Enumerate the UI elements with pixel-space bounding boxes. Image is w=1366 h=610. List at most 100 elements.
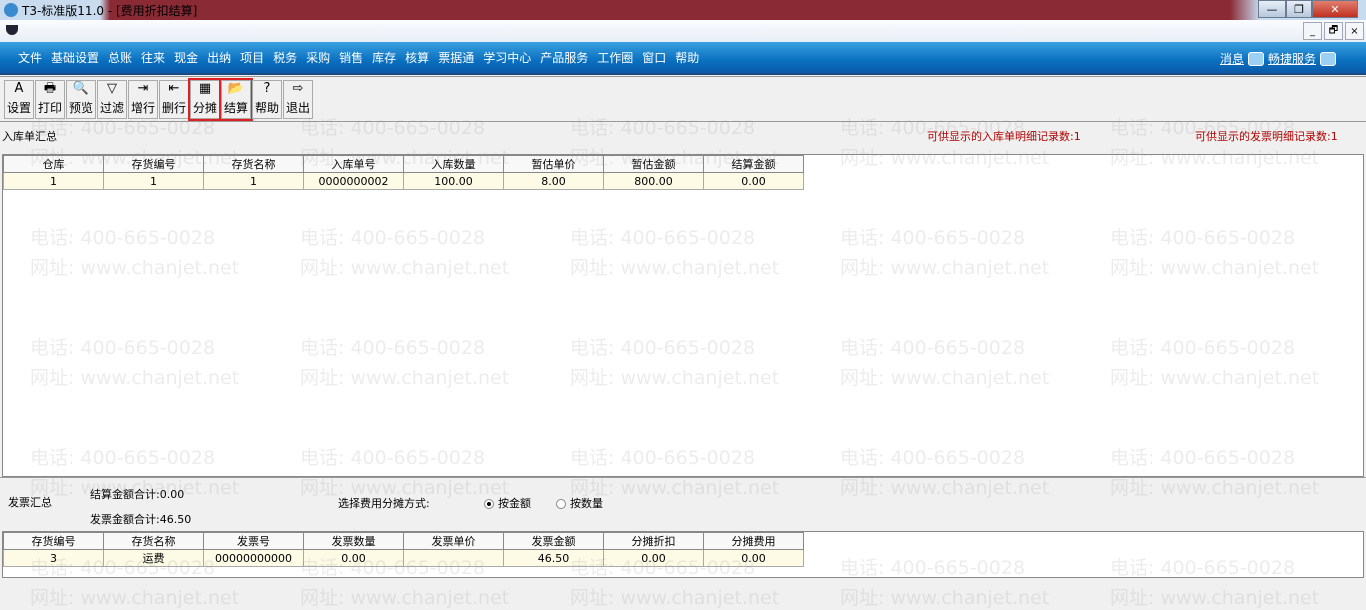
menu-item[interactable]: 税务 bbox=[273, 49, 297, 66]
table-row[interactable]: 1 1 1 0000000002 100.00 8.00 800.00 0.00 bbox=[3, 172, 804, 190]
toolbar-label: 帮助 bbox=[254, 101, 279, 115]
column-header[interactable]: 仓库 bbox=[3, 155, 104, 173]
title-bar: T3-标准版11.0 - [费用折扣结算] — ❐ ✕ bbox=[0, 0, 1366, 20]
toolbar-icon: ⇨ bbox=[292, 81, 304, 96]
maximize-button[interactable]: ❐ bbox=[1286, 0, 1312, 18]
table-cell[interactable]: 0.00 bbox=[703, 549, 804, 567]
radio-by-quantity[interactable]: 按数量 bbox=[556, 495, 603, 511]
menu-item[interactable]: 工作圈 bbox=[597, 49, 633, 66]
column-header[interactable]: 存货编号 bbox=[103, 155, 204, 173]
watermark: 网址: www.chanjet.net bbox=[570, 587, 780, 609]
column-header[interactable]: 发票数量 bbox=[303, 532, 404, 550]
invoice-count: 可供显示的发票明细记录数:1 bbox=[1195, 130, 1338, 143]
child-minimize-button[interactable]: _ bbox=[1303, 22, 1322, 40]
radio-label: 按金额 bbox=[498, 497, 531, 510]
column-header[interactable]: 存货编号 bbox=[3, 532, 104, 550]
toolbar-button[interactable]: ▦ 分摊 bbox=[188, 78, 222, 121]
menu-item[interactable]: 学习中心 bbox=[483, 49, 531, 66]
menu-item[interactable]: 窗口 bbox=[642, 49, 666, 66]
child-restore-button[interactable]: 🗗 bbox=[1324, 22, 1343, 40]
watermark: 网址: www.chanjet.net bbox=[840, 587, 1050, 609]
toolbar-label: 设置 bbox=[6, 101, 31, 115]
column-header[interactable]: 发票单价 bbox=[403, 532, 504, 550]
table-cell[interactable]: 1 bbox=[3, 172, 104, 190]
service-link[interactable]: 畅捷服务 bbox=[1268, 50, 1316, 67]
toolbar-icon: ▦ bbox=[198, 81, 212, 96]
toolbar-icon: ? bbox=[263, 81, 271, 96]
radio-icon bbox=[484, 499, 494, 509]
table-cell[interactable]: 8.00 bbox=[503, 172, 604, 190]
menu-item[interactable]: 出纳 bbox=[207, 49, 231, 66]
messages-link[interactable]: 消息 bbox=[1220, 50, 1244, 67]
column-header[interactable]: 暂估金额 bbox=[603, 155, 704, 173]
table-cell[interactable]: 00000000000 bbox=[203, 549, 304, 567]
radio-label: 按数量 bbox=[570, 497, 603, 510]
table-cell[interactable]: 1 bbox=[203, 172, 304, 190]
chat-icon bbox=[1247, 51, 1264, 66]
table-cell[interactable]: 100.00 bbox=[403, 172, 504, 190]
column-header[interactable]: 分摊折扣 bbox=[603, 532, 704, 550]
table-cell[interactable]: 0.00 bbox=[603, 549, 704, 567]
menu-item[interactable]: 往来 bbox=[141, 49, 165, 66]
minimize-button[interactable]: — bbox=[1258, 0, 1286, 18]
table-row[interactable]: 3 运费 00000000000 0.00 46.50 0.00 0.00 bbox=[3, 549, 804, 567]
column-header[interactable]: 发票金额 bbox=[503, 532, 604, 550]
menu-item[interactable]: 采购 bbox=[306, 49, 330, 66]
settle-total: 结算金额合计:0.00 bbox=[90, 488, 185, 501]
column-header[interactable]: 结算金额 bbox=[703, 155, 804, 173]
column-header[interactable]: 暂估单价 bbox=[503, 155, 604, 173]
toolbar-button[interactable]: ⇤ 删行 bbox=[159, 80, 189, 119]
menu-item[interactable]: 产品服务 bbox=[540, 49, 588, 66]
table-cell[interactable]: 0.00 bbox=[703, 172, 804, 190]
toolbar-icon: A bbox=[14, 81, 24, 96]
receipt-grid[interactable]: 仓库 存货编号 存货名称 入库单号 入库数量 暂估单价 暂估金额 结算金额 1 1 1 0000000… bbox=[2, 154, 1364, 477]
column-header[interactable]: 入库数量 bbox=[403, 155, 504, 173]
radio-by-amount[interactable]: 按金额 bbox=[484, 495, 531, 511]
column-header[interactable]: 存货名称 bbox=[103, 532, 204, 550]
toolbar-button[interactable]: ⇨ 退出 bbox=[283, 80, 313, 119]
column-header[interactable]: 发票号 bbox=[203, 532, 304, 550]
menu-item[interactable]: 基础设置 bbox=[51, 49, 99, 66]
menu-item[interactable]: 帮助 bbox=[675, 49, 699, 66]
table-cell[interactable]: 0.00 bbox=[303, 549, 404, 567]
invoice-total: 发票金额合计:46.50 bbox=[90, 513, 192, 526]
table-cell[interactable]: 46.50 bbox=[503, 549, 604, 567]
toolbar-label: 过滤 bbox=[99, 101, 124, 115]
toolbar-button[interactable]: A 设置 bbox=[4, 80, 34, 119]
toolbar-button[interactable]: 📂 结算 bbox=[219, 78, 253, 121]
header-row: 仓库 存货编号 存货名称 入库单号 入库数量 暂估单价 暂估金额 结算金额 bbox=[3, 155, 804, 173]
menu-bar: 文件 基础设置 总账 往来 现金 出纳 项目 税务 采购 销售 库存 核算 票据通 学习中心 产品服务 工作圈… bbox=[0, 42, 1366, 75]
menu-item[interactable]: 库存 bbox=[372, 49, 396, 66]
mdi-bar: _ 🗗 × bbox=[0, 20, 1366, 42]
toolbar-button[interactable]: ▽ 过滤 bbox=[97, 80, 127, 119]
toolbar-button[interactable]: ⇥ 增行 bbox=[128, 80, 158, 119]
table-cell[interactable] bbox=[403, 549, 504, 567]
child-close-button[interactable]: × bbox=[1345, 22, 1364, 40]
toolbar-button[interactable]: 🔍 预览 bbox=[66, 80, 96, 119]
menu-item[interactable]: 销售 bbox=[339, 49, 363, 66]
column-header[interactable]: 分摊费用 bbox=[703, 532, 804, 550]
menu-item[interactable]: 总账 bbox=[108, 49, 132, 66]
column-header[interactable]: 存货名称 bbox=[203, 155, 304, 173]
toolbar-button[interactable]: ? 帮助 bbox=[252, 80, 282, 119]
app-logo-icon bbox=[6, 25, 18, 35]
toolbar-button[interactable]: 🖶 打印 bbox=[35, 80, 65, 119]
toolbar-label: 打印 bbox=[37, 101, 62, 115]
table-cell[interactable]: 1 bbox=[103, 172, 204, 190]
table-cell[interactable]: 800.00 bbox=[603, 172, 704, 190]
close-button[interactable]: ✕ bbox=[1312, 0, 1358, 18]
invoice-summary-title: 发票汇总 bbox=[8, 496, 52, 509]
toolbar-label: 退出 bbox=[285, 101, 310, 115]
table-cell[interactable]: 3 bbox=[3, 549, 104, 567]
menu-item[interactable]: 现金 bbox=[174, 49, 198, 66]
invoice-summary-panel: 发票汇总 结算金额合计:0.00 发票金额合计:46.50 选择费用分摊方式: … bbox=[0, 477, 1366, 531]
column-header[interactable]: 入库单号 bbox=[303, 155, 404, 173]
toolbar-icon: 🔍 bbox=[72, 81, 90, 96]
invoice-grid[interactable]: 存货编号 存货名称 发票号 发票数量 发票单价 发票金额 分摊折扣 分摊费用 3 运费 000000… bbox=[2, 531, 1364, 578]
menu-item[interactable]: 文件 bbox=[18, 49, 42, 66]
table-cell[interactable]: 0000000002 bbox=[303, 172, 404, 190]
menu-item[interactable]: 核算 bbox=[405, 49, 429, 66]
menu-item[interactable]: 项目 bbox=[240, 49, 264, 66]
table-cell[interactable]: 运费 bbox=[103, 549, 204, 567]
menu-item[interactable]: 票据通 bbox=[438, 49, 474, 66]
